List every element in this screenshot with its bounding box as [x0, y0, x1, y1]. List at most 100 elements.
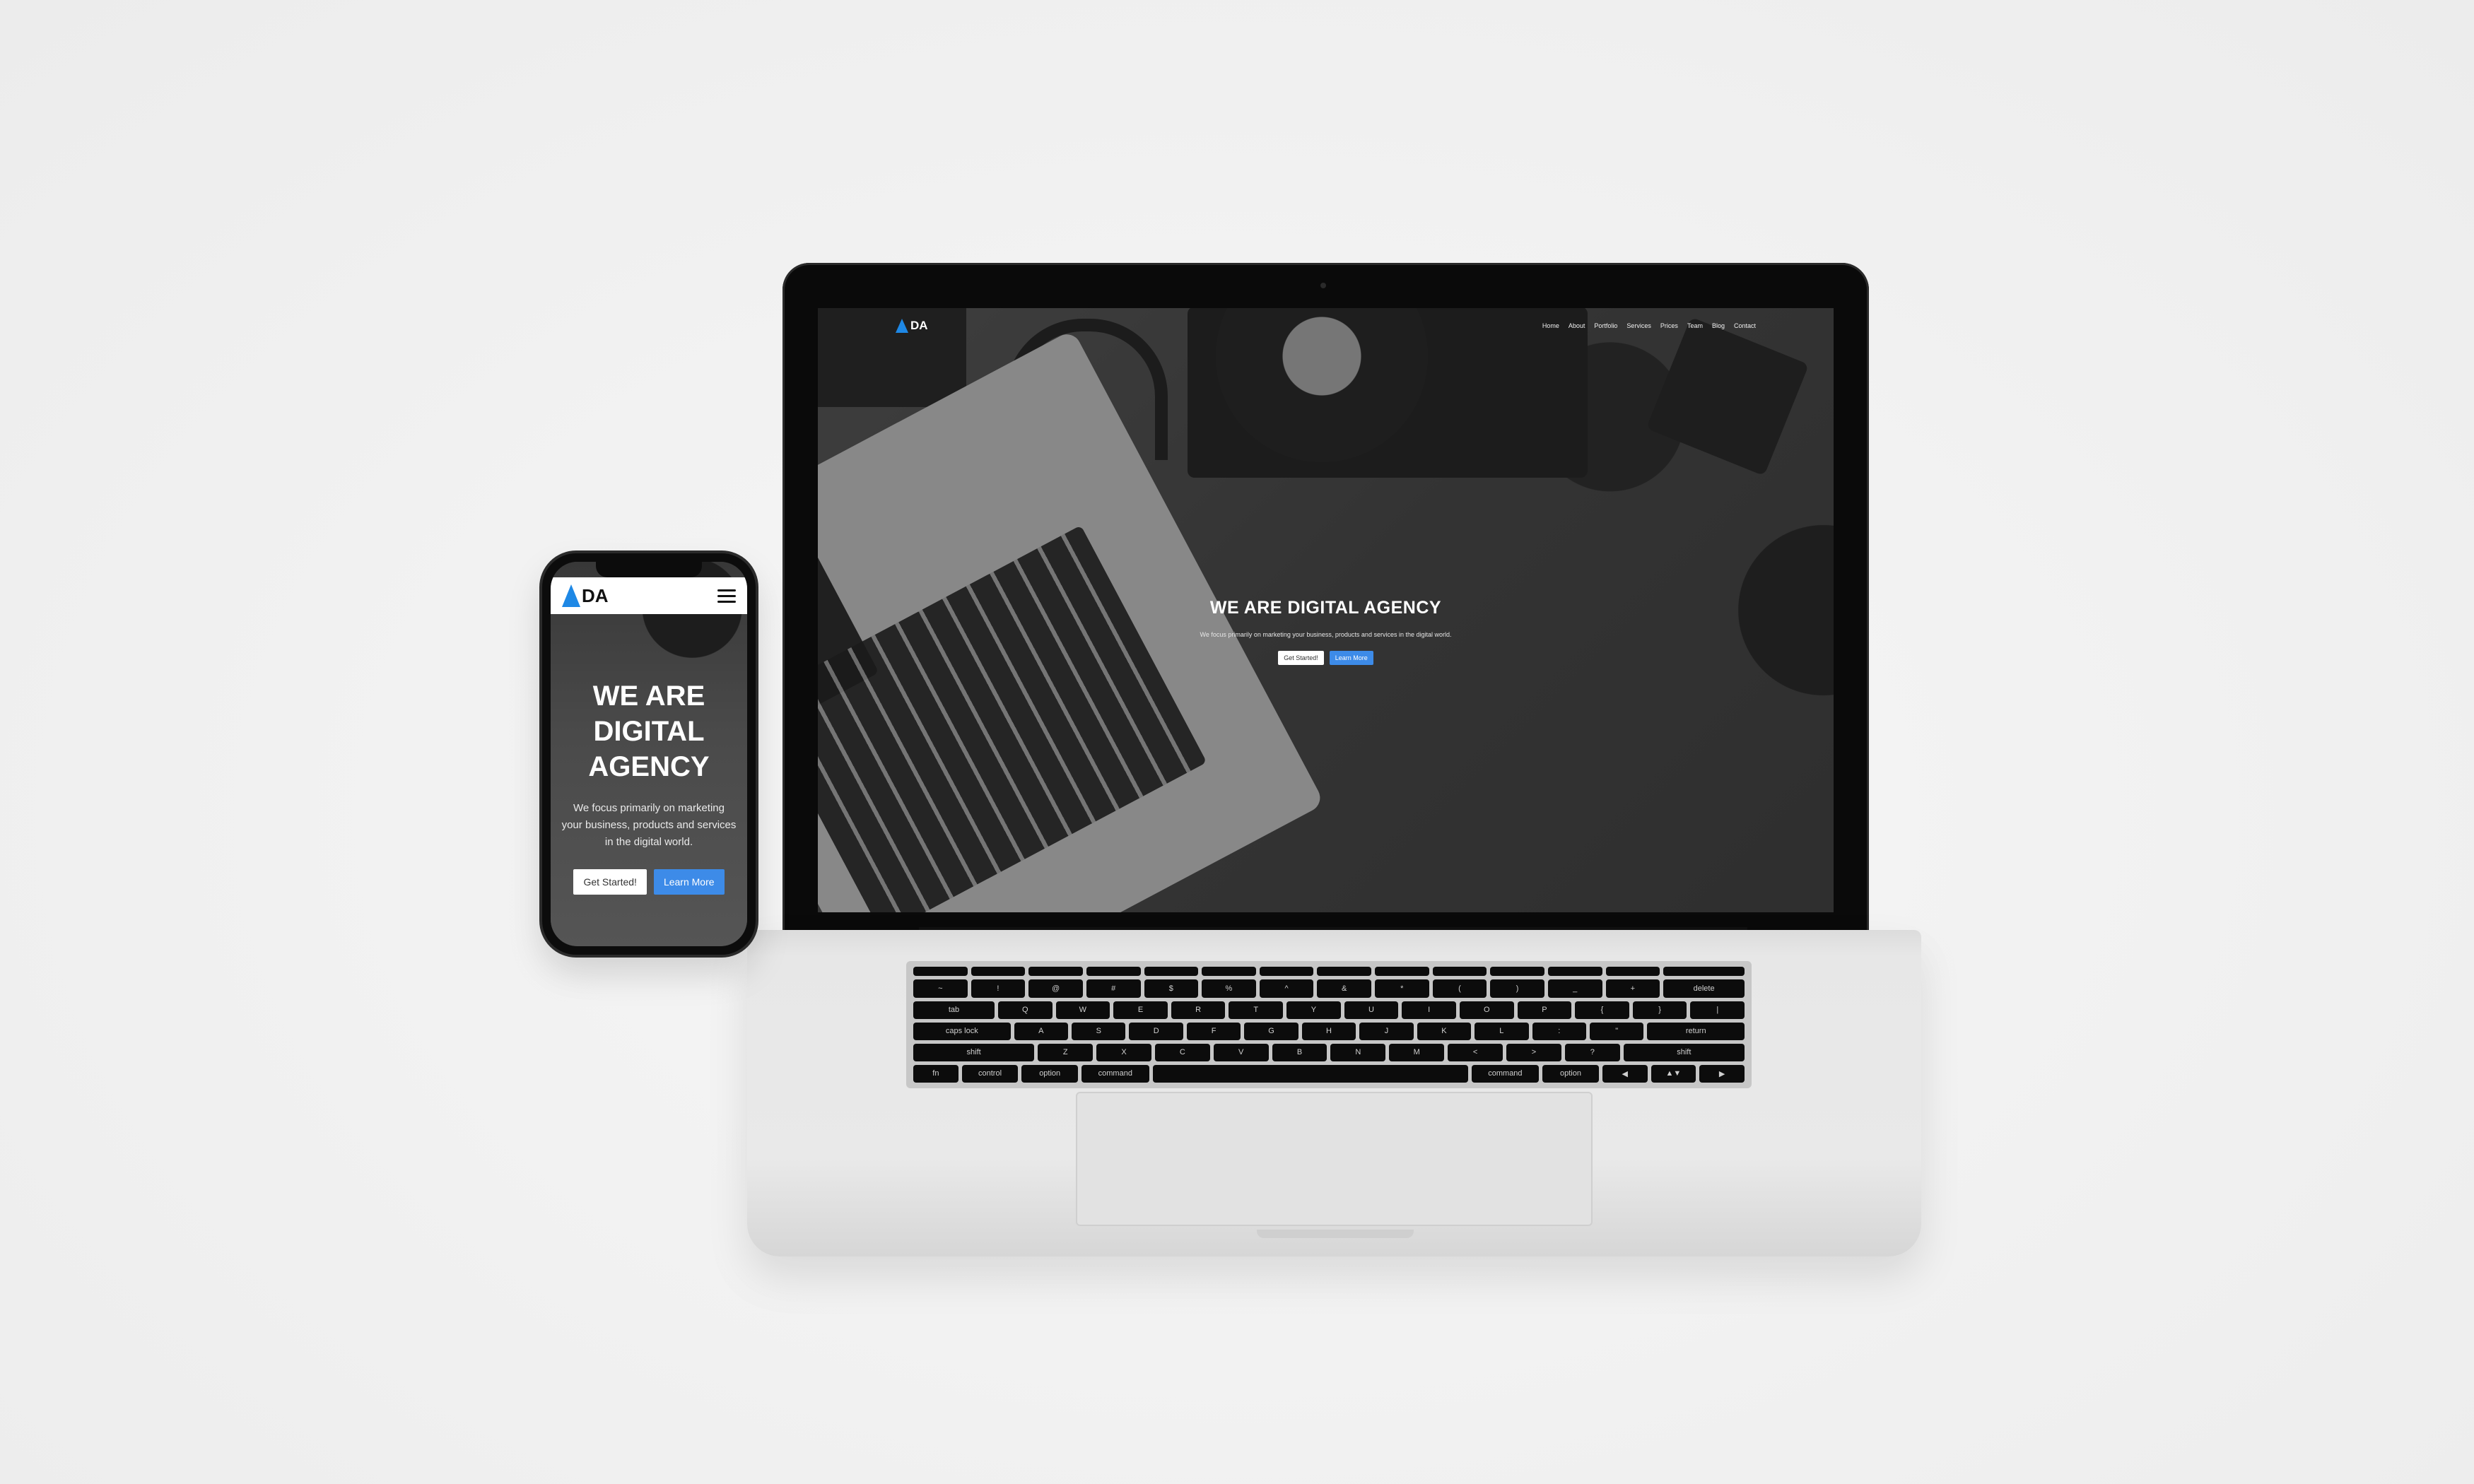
- key[interactable]: ": [1589, 1022, 1644, 1040]
- phone-hero-buttons: Get Started! Learn More: [551, 869, 747, 895]
- key[interactable]: D: [1129, 1022, 1183, 1040]
- key[interactable]: #: [1086, 979, 1141, 998]
- key[interactable]: K: [1417, 1022, 1472, 1040]
- key[interactable]: Y: [1286, 1001, 1341, 1019]
- spacebar-key[interactable]: [1152, 1064, 1468, 1083]
- key[interactable]: |: [1690, 1001, 1745, 1019]
- key[interactable]: P: [1517, 1001, 1572, 1019]
- key[interactable]: H: [1301, 1022, 1356, 1040]
- key[interactable]: +: [1605, 979, 1660, 998]
- key[interactable]: [1490, 967, 1544, 977]
- key[interactable]: _: [1547, 979, 1602, 998]
- key[interactable]: ): [1490, 979, 1544, 998]
- key[interactable]: A: [1014, 1022, 1069, 1040]
- tab-key[interactable]: tab: [913, 1001, 995, 1019]
- delete-key[interactable]: delete: [1663, 979, 1745, 998]
- key[interactable]: V: [1213, 1043, 1269, 1061]
- keyboard-row-4: shift Z X C V B N M < > ? shift: [913, 1043, 1745, 1061]
- command-key[interactable]: command: [1081, 1064, 1149, 1083]
- key[interactable]: Q: [997, 1001, 1053, 1019]
- control-key[interactable]: control: [961, 1064, 1019, 1083]
- shift-key[interactable]: shift: [1623, 1043, 1745, 1061]
- key[interactable]: ~: [913, 979, 968, 998]
- key[interactable]: ?: [1564, 1043, 1620, 1061]
- arrow-up-down-key[interactable]: ▲▼: [1651, 1064, 1696, 1083]
- key[interactable]: M: [1389, 1043, 1445, 1061]
- phone-logo[interactable]: DA: [562, 584, 609, 607]
- hamburger-menu-icon[interactable]: [717, 589, 736, 603]
- key[interactable]: [913, 967, 968, 977]
- key[interactable]: [1663, 967, 1745, 977]
- key[interactable]: C: [1154, 1043, 1210, 1061]
- key[interactable]: [1432, 967, 1487, 977]
- keyboard-row-2: tab Q W E R T Y U I O P { } |: [913, 1001, 1745, 1019]
- key[interactable]: [1547, 967, 1602, 977]
- caps-lock-key[interactable]: caps lock: [913, 1022, 1011, 1040]
- key[interactable]: {: [1575, 1001, 1629, 1019]
- site-logo[interactable]: DA: [896, 319, 928, 333]
- key[interactable]: &: [1317, 979, 1371, 998]
- key[interactable]: U: [1344, 1001, 1399, 1019]
- arrow-left-key[interactable]: ◀: [1602, 1064, 1648, 1083]
- nav-item-services[interactable]: Services: [1626, 322, 1651, 329]
- key[interactable]: O: [1459, 1001, 1514, 1019]
- option-key[interactable]: option: [1021, 1064, 1078, 1083]
- site-navbar: DA Home About Portfolio Services Prices …: [818, 308, 1834, 343]
- phone-logo-text: DA: [582, 584, 609, 606]
- key[interactable]: <: [1448, 1043, 1503, 1061]
- key[interactable]: [1086, 967, 1141, 977]
- key[interactable]: $: [1144, 979, 1199, 998]
- key[interactable]: @: [1028, 979, 1083, 998]
- key[interactable]: J: [1359, 1022, 1414, 1040]
- learn-more-button[interactable]: Learn More: [1329, 651, 1373, 665]
- nav-item-about[interactable]: About: [1569, 322, 1585, 329]
- command-key[interactable]: command: [1471, 1064, 1540, 1083]
- key[interactable]: [1317, 967, 1371, 977]
- nav-item-portfolio[interactable]: Portfolio: [1594, 322, 1617, 329]
- key[interactable]: T: [1229, 1001, 1284, 1019]
- phone-learn-more-button[interactable]: Learn More: [653, 869, 725, 895]
- key[interactable]: F: [1186, 1022, 1241, 1040]
- key[interactable]: B: [1272, 1043, 1327, 1061]
- key[interactable]: [1605, 967, 1660, 977]
- key[interactable]: I: [1402, 1001, 1456, 1019]
- nav-item-blog[interactable]: Blog: [1712, 322, 1725, 329]
- key[interactable]: X: [1096, 1043, 1151, 1061]
- nav-item-team[interactable]: Team: [1687, 322, 1703, 329]
- key[interactable]: >: [1506, 1043, 1561, 1061]
- key[interactable]: N: [1330, 1043, 1386, 1061]
- key[interactable]: S: [1072, 1022, 1126, 1040]
- key[interactable]: }: [1632, 1001, 1687, 1019]
- key[interactable]: (: [1432, 979, 1487, 998]
- option-key[interactable]: option: [1542, 1064, 1599, 1083]
- key[interactable]: W: [1055, 1001, 1110, 1019]
- nav-item-contact[interactable]: Contact: [1734, 322, 1756, 329]
- key[interactable]: [1202, 967, 1256, 977]
- return-key[interactable]: return: [1647, 1022, 1745, 1040]
- shift-key[interactable]: shift: [913, 1043, 1035, 1061]
- key[interactable]: ^: [1259, 979, 1314, 998]
- key[interactable]: Z: [1038, 1043, 1094, 1061]
- arrow-right-key[interactable]: ▶: [1699, 1064, 1745, 1083]
- nav-item-home[interactable]: Home: [1542, 322, 1559, 329]
- keyboard-row-1: ~ ! @ # $ % ^ & * ( ) _ + delete: [913, 979, 1745, 998]
- key[interactable]: [1259, 967, 1314, 977]
- key[interactable]: E: [1113, 1001, 1168, 1019]
- phone-get-started-button[interactable]: Get Started!: [573, 869, 647, 895]
- key[interactable]: R: [1171, 1001, 1226, 1019]
- key[interactable]: G: [1244, 1022, 1298, 1040]
- key[interactable]: [1144, 967, 1199, 977]
- key[interactable]: [971, 967, 1026, 977]
- key[interactable]: L: [1475, 1022, 1529, 1040]
- key[interactable]: [1028, 967, 1083, 977]
- key[interactable]: :: [1532, 1022, 1586, 1040]
- key[interactable]: !: [971, 979, 1026, 998]
- trackpad[interactable]: [1076, 1092, 1593, 1226]
- key[interactable]: %: [1202, 979, 1256, 998]
- key[interactable]: *: [1375, 979, 1429, 998]
- get-started-button[interactable]: Get Started!: [1278, 651, 1324, 665]
- key[interactable]: [1375, 967, 1429, 977]
- fn-key[interactable]: fn: [913, 1064, 958, 1083]
- hero-subtitle: We focus primarily on marketing your bus…: [1200, 631, 1452, 638]
- nav-item-prices[interactable]: Prices: [1660, 322, 1678, 329]
